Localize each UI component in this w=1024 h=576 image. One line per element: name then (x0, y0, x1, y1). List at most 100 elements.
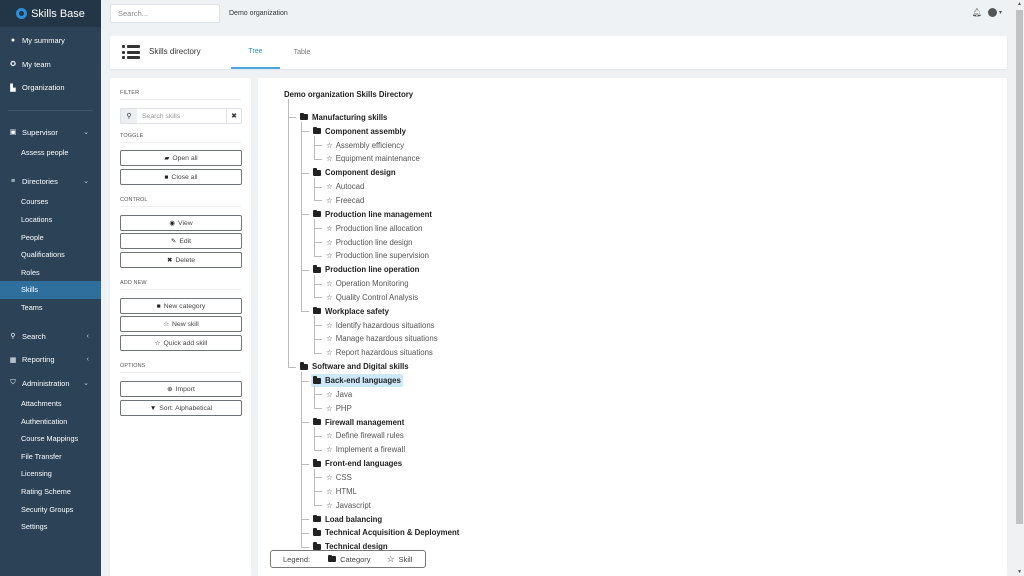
shield-icon: ⛉ (10, 379, 16, 386)
chart-icon: ▦ (9, 356, 17, 364)
star-icon: ☆ (326, 472, 333, 482)
button-label: New category (163, 302, 206, 310)
sidebar-item-courses[interactable]: Courses (0, 193, 101, 211)
chevron-left-icon: ‹ (86, 356, 89, 363)
new-category-button[interactable]: ■ New category (120, 298, 242, 314)
sort-button[interactable]: ▼ Sort: Alphabetical (120, 400, 242, 416)
tree-category-production-line-management[interactable]: Production line management (311, 208, 434, 221)
sidebar-item-organization[interactable]: ▙ Organization (0, 76, 101, 100)
clear-filter-button[interactable]: ✖ (227, 109, 241, 123)
sidebar-item-licensing[interactable]: Licensing (0, 465, 101, 483)
tree-connector (301, 214, 309, 216)
scrollbar-thumb[interactable] (1016, 10, 1023, 524)
sidebar-item-label: Organization (22, 83, 65, 93)
delete-button[interactable]: ✖ Delete (120, 252, 242, 268)
edit-icon: ✎ (170, 238, 177, 245)
sidebar-item-administration[interactable]: ⛉ Administration ⌄ (0, 371, 101, 395)
control-label: CONTROL (120, 197, 148, 203)
page-scrollbar[interactable]: ▲ ▼ (1015, 0, 1024, 576)
folder-icon (313, 459, 321, 467)
button-label: New skill (172, 320, 199, 328)
sidebar-item-file-transfer[interactable]: File Transfer (0, 448, 101, 466)
tree-skill-manage-hazardous-situations[interactable]: ☆ Manage hazardous situations (324, 332, 440, 345)
star-icon: ☆ (163, 321, 169, 328)
sidebar-item-settings[interactable]: Settings (0, 518, 101, 536)
view-button[interactable]: ◉ View (120, 215, 242, 231)
tree-category-component-assembly[interactable]: Component assembly (311, 125, 408, 138)
tree-skill-operation-monitoring[interactable]: ☆ Operation Monitoring (324, 277, 411, 290)
sidebar-item-course-mappings[interactable]: Course Mappings (0, 430, 101, 448)
sidebar-item-my-team[interactable]: ✪ My team (0, 53, 101, 77)
edit-button[interactable]: ✎ Edit (120, 233, 242, 249)
sidebar-item-skills[interactable]: Skills (0, 281, 101, 299)
button-label: Close all (171, 173, 198, 181)
tree-skill-production-line-design[interactable]: ☆ Production line design (324, 236, 414, 249)
sidebar-item-qualifications[interactable]: Qualifications (0, 246, 101, 264)
tab-table[interactable]: Table (282, 36, 322, 69)
tree-category-workplace-safety[interactable]: Workplace safety (311, 305, 391, 318)
tree-category-production-line-operation[interactable]: Production line operation (311, 263, 421, 276)
tree-category-software-and-digital-skills[interactable]: Software and Digital skills (298, 360, 411, 373)
skills-base-logo-icon (16, 8, 28, 19)
sidebar-item-people[interactable]: People (0, 228, 101, 246)
tree-skill-quality-control-analysis[interactable]: ☆ Quality Control Analysis (324, 291, 420, 304)
tree-skill-production-line-supervision[interactable]: ☆ Production line supervision (324, 249, 431, 262)
tree-skill-html[interactable]: ☆ HTML (324, 485, 359, 498)
tree-skill-production-line-allocation[interactable]: ☆ Production line allocation (324, 222, 424, 235)
sidebar-item-assess-people[interactable]: Assess people (0, 144, 101, 162)
scroll-up-icon[interactable]: ▲ (1015, 1, 1024, 7)
user-menu[interactable]: ▾ (987, 8, 1002, 17)
tree-category-back-end-languages[interactable]: Back-end languages (311, 374, 403, 387)
tree-category-manufacturing-skills[interactable]: Manufacturing skills (298, 111, 389, 124)
sidebar-item-rating-scheme[interactable]: Rating Scheme (0, 483, 101, 501)
tree-category-firewall-management[interactable]: Firewall management (311, 416, 406, 429)
button-label: Sort: Alphabetical (159, 404, 213, 412)
tree-category-technical-acquisition-deployment[interactable]: Technical Acquisition & Deployment (311, 526, 461, 539)
tree-category-component-design[interactable]: Component design (311, 166, 398, 179)
tree-skill-java[interactable]: ☆ Java (324, 388, 354, 401)
tree-node-label: Front-end languages (325, 459, 403, 469)
close-all-button[interactable]: ■ Close all (120, 169, 242, 185)
global-search-input[interactable]: Search... (110, 4, 220, 23)
tab-tree[interactable]: Tree (231, 36, 280, 69)
import-button[interactable]: ⊕ Import (120, 381, 242, 397)
sidebar-item-reporting[interactable]: ▦ Reporting ‹ (0, 348, 101, 372)
tree-skill-autocad[interactable]: ☆ Autocad (324, 180, 366, 193)
tree-skill-equipment-maintenance[interactable]: ☆ Equipment maintenance (324, 152, 422, 165)
tree-skill-implement-a-firewall[interactable]: ☆ Implement a firewall (324, 443, 407, 456)
sidebar-item-teams[interactable]: Teams (0, 299, 101, 317)
sidebar-item-locations[interactable]: Locations (0, 211, 101, 229)
bell-icon[interactable]: 🔔︎ (972, 8, 982, 17)
sidebar-item-directories[interactable]: ≡ Directories ⌄ (0, 170, 101, 194)
sidebar-item-attachments[interactable]: Attachments (0, 395, 101, 413)
tree-connector (314, 505, 322, 507)
open-all-button[interactable]: ▰ Open all (120, 150, 242, 166)
tree-category-front-end-languages[interactable]: Front-end languages (311, 457, 404, 470)
divider (120, 142, 241, 143)
quick-add-skill-button[interactable]: ☆ Quick add skill (120, 335, 242, 351)
tree-skill-javascript[interactable]: ☆ Javascript (324, 499, 373, 512)
search-skills-input[interactable]: Search skills (137, 109, 227, 123)
folder-icon: ■ (164, 173, 169, 181)
sidebar-item-my-summary[interactable]: ● My summary (0, 29, 101, 53)
star-icon: ☆ (326, 445, 333, 455)
tree-skill-define-firewall-rules[interactable]: ☆ Define firewall rules (324, 429, 406, 442)
tree-root[interactable]: Demo organization Skills Directory (284, 90, 413, 99)
new-skill-button[interactable]: ☆ New skill (120, 316, 242, 332)
brand[interactable]: Skills Base (0, 0, 101, 27)
tree-node-label: Workplace safety (325, 306, 389, 316)
sidebar-item-security-groups[interactable]: Security Groups (0, 500, 101, 518)
scroll-down-icon[interactable]: ▼ (1015, 569, 1024, 575)
sidebar-item-authentication[interactable]: Authentication (0, 412, 101, 430)
tree-category-load-balancing[interactable]: Load balancing (311, 513, 384, 526)
sidebar-item-search[interactable]: ⚲ Search ‹ (0, 324, 101, 348)
tree-skill-php[interactable]: ☆ PHP (324, 402, 354, 415)
sidebar-item-supervisor[interactable]: ▣ Supervisor ⌄ (0, 121, 101, 145)
tree-skill-css[interactable]: ☆ CSS (324, 471, 354, 484)
tree-skill-freecad[interactable]: ☆ Freecad (324, 194, 366, 207)
tree-skill-identify-hazardous-situations[interactable]: ☆ Identify hazardous situations (324, 319, 437, 332)
tree-skill-report-hazardous-situations[interactable]: ☆ Report hazardous situations (324, 346, 435, 359)
tree-node-label: Production line management (325, 209, 433, 219)
tree-skill-assembly-efficiency[interactable]: ☆ Assembly efficiency (324, 139, 406, 152)
sidebar-item-roles[interactable]: Roles (0, 263, 101, 281)
